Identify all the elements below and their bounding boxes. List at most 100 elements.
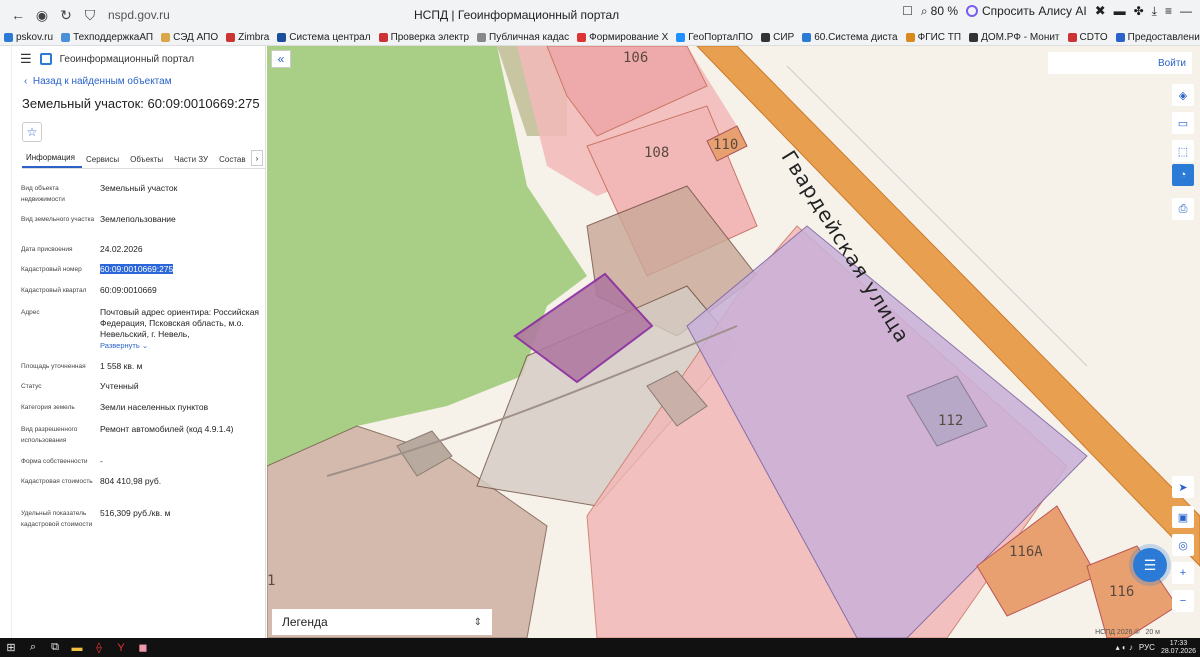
scale-text: 20 м [1145,629,1160,636]
object-info-panel: ☰ Геоинформационный портал ‹ Назад к най… [12,46,266,638]
minimize-icon[interactable]: — [1180,4,1192,18]
bookmark-favicon-icon [969,33,979,42]
tab-composition[interactable]: Состав [215,155,253,168]
language-indicator[interactable]: РУС [1139,643,1155,652]
reload-icon[interactable]: ↻ [54,3,78,27]
attr-key: Удельный показатель кадастровой стоимост… [21,510,93,528]
print-icon[interactable]: ⎙ [1172,198,1194,220]
layers-icon[interactable]: ◈ [1172,84,1194,106]
collapse-panel-icon[interactable]: « [271,50,291,68]
extension-icon[interactable]: ✖ [1095,3,1106,19]
bookmark-favicon-icon [161,33,171,42]
acrobat-icon[interactable]: ⟠ [88,638,110,657]
bookmark-item[interactable]: 60.Система диста [798,32,901,43]
bookmark-favicon-icon [1067,33,1077,42]
bookmark-label: ТехподдержкаАП [73,32,154,43]
bookmark-item[interactable]: ФГИС ТП [902,32,966,43]
tab-info[interactable]: Информация [22,153,82,168]
zoom-out-icon[interactable]: − [1172,590,1194,612]
bookmark-label: 60.Система диста [814,32,898,43]
legend-dropdown[interactable]: Легенда ⇕ [272,609,492,635]
attr-value: 24.02.2026 [100,244,143,254]
yandex-icon[interactable]: ◉ [30,3,54,27]
expand-link[interactable]: Развернуть ⌄ [100,341,148,350]
bookmark-favicon-icon [905,33,915,42]
attr-value: 1 558 кв. м [100,361,143,371]
address-bar[interactable]: nspd.gov.ru [108,8,170,22]
tray-icons: ▴ ◐ ♪ [1115,643,1133,652]
attribution-text: НСПД 2026 © [1095,629,1140,636]
bookmark-label: CDTO [1079,32,1108,43]
bookmark-label: СЭД АПО [173,32,219,43]
bookmark-item[interactable]: Формирование Х [573,32,672,43]
system-tray: ▴ ◐ ♪ РУС 17:33 28.07.2026 [1116,638,1196,657]
bookmark-favicon-icon [1115,33,1125,42]
map-svg [267,46,1200,638]
bookmark-item[interactable]: ГеоПорталПО [672,32,757,43]
tab-parts[interactable]: Части ЗУ [170,155,215,168]
back-link-label: Назад к найденным объектам [32,76,172,87]
login-button[interactable]: Войти [1048,52,1192,74]
favorite-star-icon[interactable]: ☆ [22,122,42,142]
cadastral-number-selected[interactable]: 60:09:0010669:275 [100,264,174,274]
bag-icon[interactable]: ▬ [1114,4,1126,18]
bookmark-item[interactable]: Проверка электр [375,32,473,43]
tabs-divider [22,168,265,169]
bookmark-item[interactable]: CDTO [1064,32,1112,43]
attr-value: Землепользование [100,214,176,224]
bookmark-icon[interactable]: ☐ [902,4,913,18]
bookmark-item[interactable]: Zimbra [222,32,273,43]
cadastral-number-value[interactable]: 60:09:0010669:275 [100,264,260,275]
attr-value: Земли населенных пунктов [100,402,209,412]
portal-name: Геоинформационный портал [59,53,195,65]
hamburger-icon[interactable]: ☰ [20,51,32,67]
left-scroll-strip [0,46,12,638]
bookmark-favicon-icon [61,33,71,42]
bookmark-label: Проверка электр [390,32,470,43]
app-icon[interactable]: ◼ [132,638,154,657]
yandex-browser-icon[interactable]: Y [110,638,132,657]
bookmark-item[interactable]: СЭД АПО [157,32,222,43]
alice-button[interactable]: Спросить Алису AI [966,4,1087,18]
geolocation-icon[interactable]: ◎ [1172,534,1194,556]
chat-icon[interactable]: ☰ [1133,548,1167,582]
attr-value: 804 410,98 руб. [100,476,162,486]
zoom-indicator[interactable]: ⌕ 80 % [921,4,958,19]
bookmark-item[interactable]: Система централ [273,32,374,43]
menu-icon[interactable]: ≡ [1165,4,1172,18]
search-icon[interactable]: ⌕ [22,638,44,657]
tab-objects[interactable]: Объекты [126,155,170,168]
chevron-right-icon[interactable]: › [251,150,263,166]
bookmark-item[interactable]: ДОМ.РФ - Монит [965,32,1063,43]
bookmark-item[interactable]: Публичная кадас [473,32,573,43]
bookmark-item[interactable]: pskov.ru [0,32,57,43]
locate-icon[interactable]: ➤ [1172,476,1194,498]
zoom-icon: ⌕ [920,3,928,18]
map-canvas[interactable]: 106 108 110 112 116А 116 1 Гвардейская у… [267,46,1200,638]
zoom-in-icon[interactable]: + [1172,562,1194,584]
back-arrow-icon[interactable]: ← [6,3,30,27]
ruler-icon[interactable]: ▭ [1172,112,1194,134]
tab-services[interactable]: Сервисы [82,155,126,168]
bookmark-favicon-icon [378,33,388,42]
back-to-results-link[interactable]: ‹ Назад к найденным объектам [12,76,265,92]
active-tool-icon[interactable]: ◔ [1172,164,1194,186]
bookmark-favicon-icon [676,33,686,42]
windows-start-icon[interactable]: ⊞ [0,638,22,657]
map-attribution: НСПД 2026 © 20 м [1095,629,1160,636]
explorer-icon[interactable]: ▬ [66,638,88,657]
address-value: Почтовый адрес ориентира: Российская Фед… [100,307,260,351]
clock[interactable]: 17:33 28.07.2026 [1161,640,1196,656]
bookmark-item[interactable]: СИР [757,32,798,43]
select-area-icon[interactable]: ⬚ [1172,140,1194,162]
attr-key: Площадь уточненная [21,363,86,370]
task-view-icon[interactable]: ⧉ [44,638,66,657]
puzzle-icon[interactable]: ✤ [1134,4,1144,18]
download-icon[interactable]: ⤓ [1152,4,1157,19]
bookmark-item[interactable]: Предоставление [1112,32,1200,43]
bookmark-favicon-icon [4,33,13,42]
basemap-icon[interactable]: ▣ [1172,506,1194,528]
bookmark-item[interactable]: ТехподдержкаАП [57,32,157,43]
bookmark-favicon-icon [802,33,812,42]
bookmark-label: Формирование Х [589,32,669,43]
